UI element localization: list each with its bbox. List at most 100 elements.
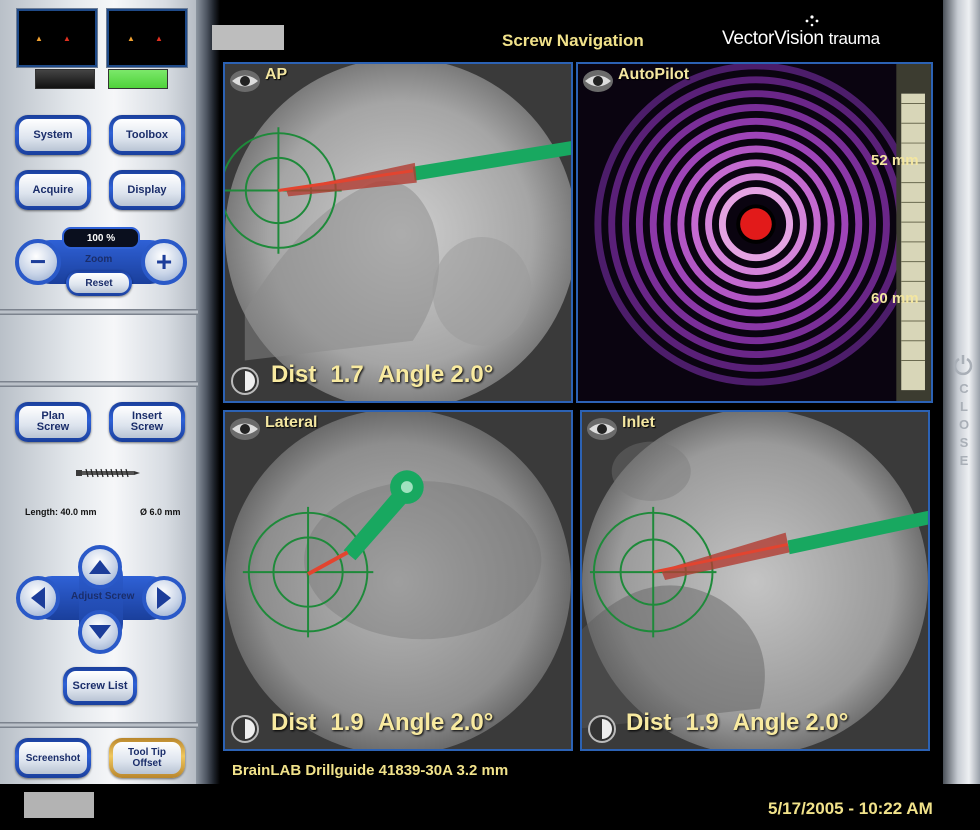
- plan-screw-button[interactable]: Plan Screw: [15, 402, 91, 442]
- close-letter: O: [958, 417, 970, 432]
- close-button[interactable]: CLOSE: [955, 380, 973, 470]
- arrow-up-icon: [89, 560, 111, 574]
- screenshot-label: Screenshot: [19, 742, 87, 774]
- toolbox-button-label: Toolbox: [113, 119, 181, 151]
- plan-screw-label: Plan Screw: [19, 406, 87, 438]
- close-letter: L: [960, 399, 968, 414]
- eye-icon[interactable]: [229, 416, 261, 442]
- zoom-label: Zoom: [85, 254, 113, 265]
- camera-status-indicator-right: [108, 69, 168, 89]
- zoom-reset-button[interactable]: Reset: [66, 270, 132, 296]
- adjust-right-button[interactable]: [142, 576, 186, 620]
- plus-icon: +: [155, 246, 173, 277]
- eye-icon[interactable]: [582, 68, 614, 94]
- screw-length: Length: 40.0 mm: [25, 507, 97, 517]
- view-ap[interactable]: AP Dist 1.7 Angle 2.0°: [223, 62, 573, 403]
- contrast-icon[interactable]: [231, 367, 259, 395]
- arrow-down-icon: [89, 625, 111, 639]
- inlet-angle-label: Angle: [732, 709, 800, 736]
- ap-angle-value: 2.0°: [450, 361, 494, 388]
- adjust-left-button[interactable]: [16, 576, 60, 620]
- zoom-reset-label: Reset: [69, 273, 129, 293]
- brand-name: VectorVision: [722, 28, 824, 49]
- screw-icon: [76, 468, 140, 478]
- camera-view-left[interactable]: ▲ ▲: [17, 9, 97, 67]
- close-letter: S: [959, 435, 969, 450]
- marker-icon: ▲: [127, 34, 135, 43]
- inlet-readout: Dist 1.9 Angle 2.0°: [626, 709, 862, 737]
- screw-list-button[interactable]: Screw List: [63, 667, 137, 705]
- screenshot-button[interactable]: Screenshot: [15, 738, 91, 778]
- panel-divider: [0, 309, 198, 315]
- left-panel-shadow: [196, 0, 220, 784]
- display-button-label: Display: [113, 174, 181, 206]
- brand-sub: trauma: [828, 29, 880, 48]
- lateral-readout: Dist 1.9 Angle 2.0°: [271, 709, 507, 737]
- view-ap-title: AP: [265, 66, 288, 83]
- lateral-angle-value: 2.0°: [450, 709, 494, 736]
- inlet-dist-value: 1.9: [685, 709, 719, 736]
- minus-icon: −: [29, 246, 47, 277]
- marker-icon: ▲: [63, 34, 71, 43]
- lateral-angle-label: Angle: [377, 709, 445, 736]
- insert-screw-button[interactable]: Insert Screw: [109, 402, 185, 442]
- close-letter: C: [959, 381, 969, 396]
- zoom-out-button[interactable]: −: [15, 239, 61, 285]
- zoom-value: 100 %: [62, 227, 140, 249]
- view-autopilot-title: AutoPilot: [618, 66, 690, 83]
- adjust-down-button[interactable]: [78, 610, 122, 654]
- view-lateral[interactable]: Lateral Dist 1.9 Angle 2.0°: [223, 410, 573, 751]
- view-lateral-title: Lateral: [265, 414, 318, 431]
- ap-fluoro-image: [225, 64, 571, 401]
- toolbox-button[interactable]: Toolbox: [109, 115, 185, 155]
- panel-divider: [0, 722, 198, 728]
- view-inlet-title: Inlet: [622, 414, 655, 431]
- eye-icon[interactable]: [586, 416, 618, 442]
- ap-dist-label: Dist: [271, 361, 317, 388]
- depth-scale-bottom: 60 mm: [871, 290, 919, 307]
- autopilot-target: [578, 64, 931, 401]
- screw-diameter: Ø 6.0 mm: [140, 507, 181, 517]
- redacted-box: [24, 792, 94, 818]
- depth-scale-top: 52 mm: [871, 152, 919, 169]
- display-button[interactable]: Display: [109, 170, 185, 210]
- camera-view-right[interactable]: ▲ ▲: [107, 9, 187, 67]
- redacted-box: [212, 25, 284, 50]
- eye-icon[interactable]: [229, 68, 261, 94]
- system-button[interactable]: System: [15, 115, 91, 155]
- power-icon[interactable]: [953, 354, 973, 376]
- zoom-in-button[interactable]: +: [141, 239, 187, 285]
- acquire-button-label: Acquire: [19, 174, 87, 206]
- datetime: 5/17/2005 - 10:22 AM: [768, 799, 933, 818]
- insert-screw-label: Insert Screw: [113, 406, 181, 438]
- adjust-screw-label: Adjust Screw: [71, 591, 135, 602]
- tool-tip-offset-button[interactable]: Tool Tip Offset: [109, 738, 185, 778]
- acquire-button[interactable]: Acquire: [15, 170, 91, 210]
- page-title: Screw Navigation: [502, 31, 644, 50]
- inlet-angle-value: 2.0°: [805, 709, 849, 736]
- contrast-icon[interactable]: [231, 715, 259, 743]
- view-autopilot[interactable]: AutoPilot 52 mm 60 mm: [576, 62, 933, 403]
- camera-status-indicator-left: [35, 69, 95, 89]
- inlet-dist-label: Dist: [626, 709, 672, 736]
- marker-icon: ▲: [155, 34, 163, 43]
- tool-tip-offset-label: Tool Tip Offset: [113, 742, 181, 774]
- view-inlet[interactable]: Inlet Dist 1.9 Angle 2.0°: [580, 410, 930, 751]
- system-button-label: System: [19, 119, 87, 151]
- tool-name: BrainLAB Drillguide 41839-30A 3.2 mm: [232, 762, 509, 779]
- lateral-fluoro-image: [225, 412, 571, 749]
- ap-readout: Dist 1.7 Angle 2.0°: [271, 361, 507, 389]
- inlet-fluoro-image: [582, 412, 928, 749]
- ap-angle-label: Angle: [377, 361, 445, 388]
- screw-list-label: Screw List: [67, 671, 133, 701]
- lateral-dist-value: 1.9: [330, 709, 364, 736]
- lateral-dist-label: Dist: [271, 709, 317, 736]
- panel-divider: [0, 381, 198, 387]
- ap-dist-value: 1.7: [330, 361, 364, 388]
- marker-icon: ▲: [35, 34, 43, 43]
- arrow-right-icon: [157, 587, 171, 609]
- contrast-icon[interactable]: [588, 715, 616, 743]
- brand-logo: VectorVision trauma: [722, 28, 880, 50]
- adjust-up-button[interactable]: [78, 545, 122, 589]
- arrow-left-icon: [31, 587, 45, 609]
